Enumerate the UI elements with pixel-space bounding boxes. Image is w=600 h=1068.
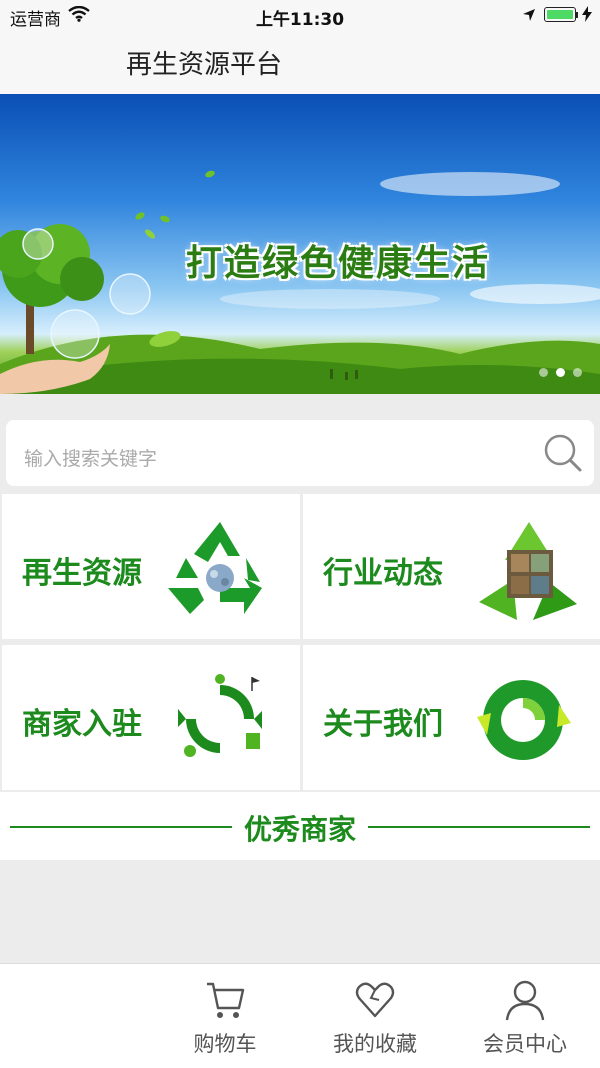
location-arrow-icon (522, 7, 536, 27)
status-bar: 运营商 上午11:30 (0, 0, 600, 32)
tab-label: 购物车 (193, 1032, 257, 1056)
banner-slogan: 打造绿色健康生活 (186, 243, 491, 284)
tab-label: 会员中心 (483, 1032, 567, 1056)
clock: 上午11:30 (255, 10, 345, 30)
recycle-icon (164, 518, 276, 622)
section-title: 优秀商家 (243, 813, 356, 846)
grid-item-label: 行业动态 (323, 556, 443, 591)
recycle-photo-icon (473, 520, 585, 628)
heart-icon (353, 978, 397, 1026)
grid-item-industry-news[interactable]: 行业动态 (303, 494, 600, 639)
search-icon[interactable] (542, 432, 584, 478)
tab-bar: 购物车 我的收藏 会员中心 (0, 963, 600, 1068)
search-placeholder: 输入搜索关键字 (24, 448, 158, 470)
cart-icon (203, 978, 247, 1026)
carousel-indicator[interactable] (539, 368, 582, 377)
navigation-bar: 再生资源平台 (0, 32, 600, 95)
banner-carousel[interactable]: 打造绿色健康生活 (0, 94, 600, 394)
grid-item-merchant-join[interactable]: 商家入驻 (2, 645, 300, 790)
grid-item-about-us[interactable]: 关于我们 (303, 645, 600, 790)
grid-item-label: 商家入驻 (22, 707, 142, 742)
carousel-dot-2[interactable] (556, 368, 565, 377)
carousel-dot-3[interactable] (573, 368, 582, 377)
tab-cart[interactable]: 购物车 (170, 964, 280, 1068)
grid-item-recycled-resources[interactable]: 再生资源 (2, 494, 300, 639)
carousel-dot-1[interactable] (539, 368, 548, 377)
featured-merchants-header: 优秀商家 (0, 792, 600, 860)
charging-bolt-icon (582, 6, 592, 26)
grid-item-label: 再生资源 (22, 556, 142, 591)
battery-tip (576, 12, 578, 18)
user-icon (503, 978, 547, 1026)
battery-icon (544, 7, 576, 22)
tab-label: 我的收藏 (333, 1032, 417, 1056)
eco-cycle-icon (170, 671, 270, 771)
tab-favorites[interactable]: 我的收藏 (320, 964, 430, 1068)
search-input[interactable]: 输入搜索关键字 (6, 420, 594, 486)
divider-right (368, 826, 590, 828)
green-circle-icon (475, 675, 575, 769)
page-title: 再生资源平台 (126, 50, 283, 80)
tab-member-center[interactable]: 会员中心 (470, 964, 580, 1068)
grid-item-label: 关于我们 (323, 707, 443, 742)
